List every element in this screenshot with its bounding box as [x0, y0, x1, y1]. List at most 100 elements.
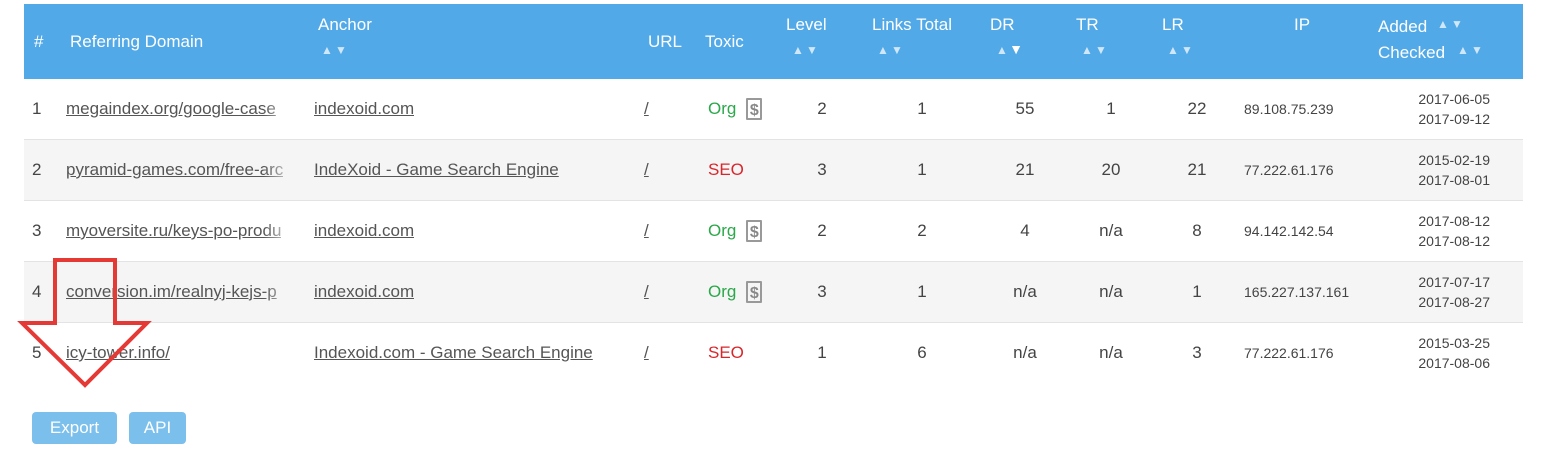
tr-value: n/a — [1099, 221, 1123, 240]
sort-desc-icon[interactable]: ▼ — [890, 44, 904, 56]
lr-value: 21 — [1187, 160, 1207, 179]
anchor-link[interactable]: indexoid.com — [314, 79, 616, 139]
added-date: 2017-06-05 — [1418, 91, 1490, 107]
anchor-link[interactable]: Indexoid.com - Game Search Engine — [314, 323, 616, 383]
level-value: 2 — [817, 99, 827, 118]
lr-value: 1 — [1192, 282, 1202, 301]
row-number: 2 — [32, 160, 42, 179]
referring-domain-link[interactable]: myoversite.ru/keys-po-produ — [66, 201, 298, 261]
table-row: 3 myoversite.ru/keys-po-produ indexoid.com… — [24, 201, 1523, 262]
sort-arrows-checked: ▲ ▼ — [1456, 44, 1484, 56]
dr-value: n/a — [1013, 282, 1037, 301]
ip-value: 77.222.61.176 — [1244, 162, 1334, 178]
table-row: 2 pyramid-games.com/free-arc IndeXoid - Ga… — [24, 140, 1523, 201]
sort-arrows-links-total: ▲ ▼ — [876, 44, 904, 56]
sort-desc-icon[interactable]: ▼ — [1094, 44, 1108, 56]
dr-value: 21 — [1015, 160, 1035, 179]
sort-arrows-tr: ▲ ▼ — [1080, 44, 1108, 56]
ip-value: 165.227.137.161 — [1244, 284, 1350, 300]
api-button[interactable]: API — [129, 412, 186, 444]
sort-asc-icon[interactable]: ▲ — [1456, 44, 1470, 56]
sort-desc-icon[interactable]: ▼ — [1180, 44, 1194, 56]
sort-asc-icon[interactable]: ▲ — [995, 44, 1009, 56]
tr-value: 1 — [1106, 99, 1116, 118]
sort-desc-icon[interactable]: ▼ — [1450, 18, 1464, 30]
sort-arrows-dr: ▲▼ — [995, 42, 1023, 56]
level-value: 3 — [817, 160, 827, 179]
sort-arrows-lr: ▲ ▼ — [1166, 44, 1194, 56]
col-header-lr: LR — [1162, 15, 1184, 34]
col-header-tr: TR — [1076, 15, 1099, 34]
ip-value: 77.222.61.176 — [1244, 345, 1334, 361]
url-link[interactable]: / — [644, 323, 649, 383]
toxic-status: SEO — [708, 160, 744, 179]
added-date: 2017-08-12 — [1418, 213, 1490, 229]
referring-domain-link[interactable]: conversion.im/realnyj-kejs-p — [66, 262, 298, 322]
anchor-link[interactable]: indexoid.com — [314, 262, 616, 322]
referring-domain-link[interactable]: pyramid-games.com/free-arc — [66, 140, 298, 200]
table-row: 5 icy-tower.info/Indexoid.com - Game Sear… — [24, 323, 1523, 383]
row-number: 4 — [32, 282, 42, 301]
dollar-icon: $ — [746, 281, 763, 303]
checked-date: 2017-08-27 — [1418, 294, 1490, 310]
sort-arrows-anchor: ▲ ▼ — [320, 44, 348, 56]
toxic-cell: Org $ — [708, 201, 763, 261]
sort-desc-icon[interactable]: ▼ — [334, 44, 348, 56]
checked-date: 2017-09-12 — [1418, 111, 1490, 127]
col-header-added: Added — [1378, 17, 1428, 36]
dr-value: 4 — [1020, 221, 1030, 240]
dates-cell: 2015-02-19 2017-08-01 — [1384, 140, 1490, 200]
sort-desc-icon[interactable]: ▼ — [1470, 44, 1484, 56]
row-number: 3 — [32, 221, 42, 240]
checked-date: 2017-08-12 — [1418, 233, 1490, 249]
links-total-value: 6 — [917, 343, 927, 362]
toxic-cell: SEO — [708, 323, 744, 383]
lr-value: 3 — [1192, 343, 1202, 362]
col-header-url: URL — [648, 32, 683, 51]
checked-date: 2017-08-01 — [1418, 172, 1490, 188]
links-total-value: 1 — [917, 160, 927, 179]
col-header-referring-domain: Referring Domain — [70, 32, 204, 51]
table-row: 4 conversion.im/realnyj-kejs-p indexoid.co… — [24, 262, 1523, 323]
row-number: 5 — [32, 343, 42, 362]
sort-desc-icon[interactable]: ▼ — [805, 44, 819, 56]
links-total-value: 2 — [917, 221, 927, 240]
dr-value: 55 — [1015, 99, 1035, 118]
tr-value: n/a — [1099, 343, 1123, 362]
sort-asc-icon[interactable]: ▲ — [1080, 44, 1094, 56]
sort-desc-active-icon[interactable]: ▼ — [1009, 42, 1023, 56]
toxic-cell: Org $ — [708, 262, 763, 322]
dollar-icon: $ — [746, 98, 763, 120]
dates-cell: 2015-03-25 2017-08-06 — [1384, 323, 1490, 383]
sort-arrows-level: ▲ ▼ — [791, 44, 819, 56]
anchor-link[interactable]: IndeXoid - Game Search Engine — [314, 140, 616, 200]
toxic-cell: SEO — [708, 140, 744, 200]
export-button[interactable]: Export — [32, 412, 117, 444]
col-header-toxic: Toxic — [705, 32, 744, 51]
url-link[interactable]: / — [644, 140, 649, 200]
sort-asc-icon[interactable]: ▲ — [1166, 44, 1180, 56]
ip-value: 94.142.142.54 — [1244, 223, 1334, 239]
sort-arrows-added: ▲ ▼ — [1436, 18, 1464, 30]
level-value: 2 — [817, 221, 827, 240]
level-value: 3 — [817, 282, 827, 301]
referring-domain-link[interactable]: icy-tower.info/ — [66, 323, 298, 383]
sort-asc-icon[interactable]: ▲ — [876, 44, 890, 56]
anchor-link[interactable]: indexoid.com — [314, 201, 616, 261]
col-header-ip: IP — [1294, 15, 1311, 34]
referring-domain-link[interactable]: megaindex.org/google-case — [66, 79, 298, 139]
url-link[interactable]: / — [644, 262, 649, 322]
lr-value: 22 — [1187, 99, 1207, 118]
url-link[interactable]: / — [644, 201, 649, 261]
dates-cell: 2017-07-17 2017-08-27 — [1384, 262, 1490, 322]
dollar-icon: $ — [746, 220, 763, 242]
url-link[interactable]: / — [644, 79, 649, 139]
checked-date: 2017-08-06 — [1418, 355, 1490, 371]
col-header-level: Level — [786, 15, 827, 34]
table-header: # Referring Domain Anchor ▲ ▼ URL Toxic L… — [24, 4, 1523, 79]
sort-asc-icon[interactable]: ▲ — [1436, 18, 1450, 30]
sort-asc-icon[interactable]: ▲ — [791, 44, 805, 56]
sort-asc-icon[interactable]: ▲ — [320, 44, 334, 56]
level-value: 1 — [817, 343, 827, 362]
col-header-dr: DR — [990, 15, 1015, 34]
